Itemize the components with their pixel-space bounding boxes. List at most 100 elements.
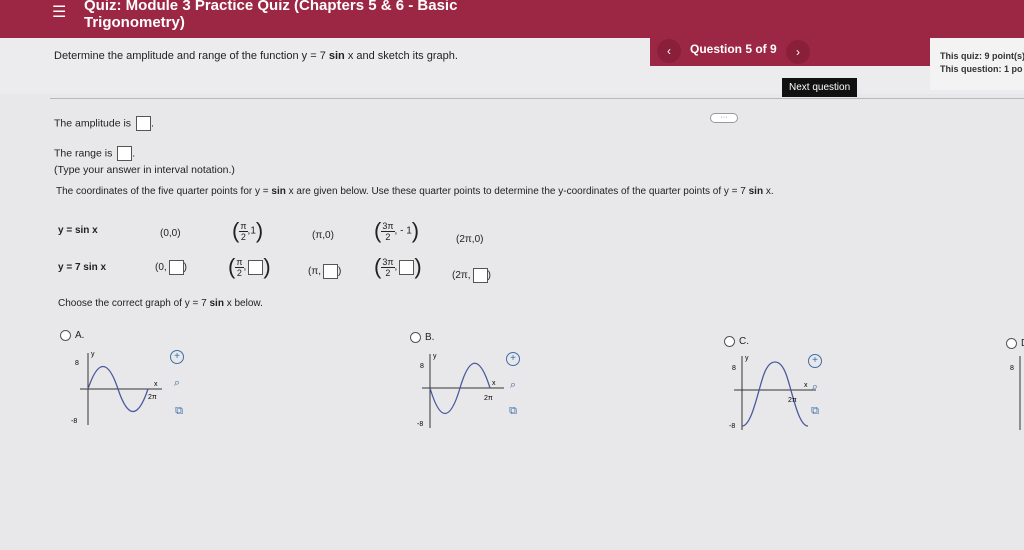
row2-p2-den: 2 (236, 267, 242, 278)
row1-p2-num: π (239, 220, 248, 232)
intro-bold-1: sin (271, 186, 286, 197)
more-options-button[interactable]: ··· (710, 113, 738, 123)
option-a-zoom-out-icon[interactable]: ⌕ (170, 376, 184, 390)
row1-p4-y: , - 1 (394, 225, 412, 237)
row1-point4: (3π 2, - 1) (374, 218, 420, 243)
row2-point3: (π,) (308, 264, 341, 279)
option-c[interactable]: C. (724, 336, 749, 347)
option-a-popout-icon[interactable]: ⧉ (172, 404, 186, 418)
row2-p2-num: π (235, 256, 244, 268)
option-a-two-pi: 2π (148, 394, 157, 401)
option-a-label: A. (75, 330, 85, 342)
row1-point5: (2π,0) (456, 234, 484, 245)
question-score: This question: 1 po (940, 64, 1023, 74)
option-c-two-pi: 2π (788, 397, 797, 404)
option-b[interactable]: B. (410, 332, 434, 343)
intro-text-3: x. (763, 186, 774, 197)
row2-p4-den: 2 (385, 267, 391, 278)
row2-point1: (0,) (155, 260, 187, 275)
row2-p4-num: 3π (381, 256, 395, 268)
choose-text-2: x below. (223, 298, 263, 309)
option-b-y-bottom: -8 (417, 421, 423, 428)
range-label: The range is (54, 147, 113, 160)
option-a-radio[interactable] (60, 330, 71, 341)
option-a-zoom-in-icon[interactable]: + (170, 350, 184, 364)
quiz-title: Quiz: Module 3 Practice Quiz (Chapters 5… (84, 0, 457, 31)
intro-bold-2: sin (748, 186, 764, 197)
range-input[interactable] (117, 146, 133, 161)
prompt-text-2: x and sketch its graph. (344, 50, 458, 62)
row1-p4-den: 2 (385, 231, 391, 242)
range-hint: (Type your answer in interval notation.) (54, 164, 235, 176)
option-c-popout-icon[interactable]: ⧉ (808, 404, 822, 418)
quiz-title-line1: Quiz: Module 3 Practice Quiz (Chapters 5… (84, 0, 458, 14)
option-b-y-axis-label: y (433, 353, 437, 360)
row2-point5: (2π,) (452, 268, 491, 283)
option-c-y-bottom: -8 (729, 423, 735, 430)
question-counter: Question 5 of 9 (690, 42, 777, 56)
option-c-radio[interactable] (724, 336, 735, 347)
row2-p3-input[interactable] (323, 264, 339, 279)
option-d-graph: 8 (1010, 356, 1021, 430)
option-a[interactable]: A. (60, 330, 84, 341)
row2-p5-pre: (2π, (452, 270, 471, 282)
option-b-y-top: 8 (420, 363, 424, 370)
row2-p1-pre: (0, (155, 262, 167, 274)
intro-text-1: The coordinates of the five quarter poin… (56, 186, 272, 197)
row1-p2-den: 2 (240, 231, 246, 242)
row2-p2-input[interactable] (248, 259, 264, 275)
row2-p1-input[interactable] (168, 260, 184, 275)
option-b-x-axis-label: x (492, 380, 496, 387)
prompt-text-bold: sin (328, 50, 345, 62)
option-d-y-top: 8 (1010, 365, 1014, 372)
choose-graph-prompt: Choose the correct graph of y = 7 sin x … (58, 298, 263, 309)
option-a-graph: y 8 -8 x 2π (71, 351, 162, 425)
prompt-text-1: Determine the amplitude and range of the… (54, 50, 329, 62)
option-c-y-top: 8 (732, 365, 736, 372)
intro-text-2: x are given below. Use these quarter poi… (285, 186, 749, 197)
row1-p4-num: 3π (381, 220, 395, 232)
amplitude-input[interactable] (135, 116, 151, 131)
option-b-zoom-out-icon[interactable]: ⌕ (506, 378, 520, 392)
amplitude-label: The amplitude is (54, 117, 132, 130)
option-b-two-pi: 2π (484, 395, 493, 402)
row2-p5-input[interactable] (472, 268, 488, 283)
quiz-title-line2: Trigonometry) (84, 14, 185, 31)
previous-question-button[interactable]: ‹ (657, 39, 681, 63)
row1-point1: (0,0) (160, 228, 181, 239)
next-question-button[interactable]: › (786, 40, 810, 64)
quiz-header: ☰ Quiz: Module 3 Practice Quiz (Chapters… (0, 0, 1024, 38)
option-b-radio[interactable] (410, 332, 421, 343)
hamburger-menu-icon[interactable]: ☰ (52, 2, 66, 22)
option-a-y-top: 8 (75, 360, 79, 367)
option-d-radio[interactable] (1006, 338, 1017, 349)
option-a-y-axis-label: y (91, 351, 95, 358)
range-row: The range is . (54, 146, 136, 161)
option-a-y-bottom: -8 (71, 418, 77, 425)
option-c-zoom-in-icon[interactable]: + (808, 354, 822, 368)
row1-p2-y: ,1 (247, 225, 256, 237)
option-b-zoom-in-icon[interactable]: + (506, 352, 520, 366)
option-a-x-axis-label: x (154, 381, 158, 388)
row2-point2: (π 2,) (228, 254, 271, 279)
quarter-points-intro: The coordinates of the five quarter poin… (56, 186, 774, 197)
divider (50, 98, 1024, 99)
option-c-label: C. (739, 336, 749, 348)
choose-text-1: Choose the correct graph of y = 7 (58, 298, 210, 309)
option-b-popout-icon[interactable]: ⧉ (506, 404, 520, 418)
row2-p4-input[interactable] (399, 259, 415, 275)
row2-label: y = 7 sin x (58, 262, 107, 273)
row1-point3: (π,0) (312, 230, 334, 241)
next-question-tooltip: Next question (782, 78, 858, 97)
option-b-label: B. (425, 332, 435, 344)
row1-label: y = sin x (58, 225, 98, 236)
option-b-graph: y 8 -8 x 2π (417, 353, 504, 428)
quiz-score: This quiz: 9 point(s) (940, 51, 1024, 61)
row1-point2: (π 2,1) (232, 218, 264, 243)
option-c-zoom-out-icon[interactable]: ⌕ (808, 380, 822, 394)
row2-point4: (3π 2,) (374, 254, 422, 279)
row2-p3-pre: (π, (308, 266, 322, 278)
choose-bold: sin (209, 298, 224, 309)
score-info: This quiz: 9 point(s) This question: 1 p… (940, 50, 1024, 76)
option-d[interactable]: D. (1006, 338, 1024, 349)
